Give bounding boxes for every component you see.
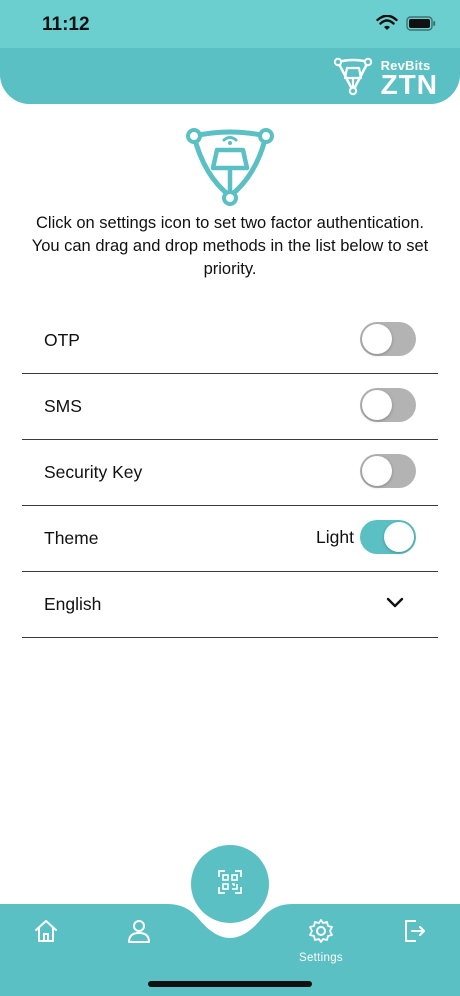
battery-icon: [406, 15, 436, 31]
setting-row-security-key[interactable]: Security Key: [22, 440, 438, 506]
toggle-knob: [384, 522, 414, 552]
wifi-icon: [376, 15, 398, 31]
theme-label: Theme: [44, 528, 99, 548]
sms-toggle[interactable]: [360, 388, 416, 422]
status-icons: [376, 15, 436, 31]
status-time: 11:12: [42, 14, 90, 35]
otp-toggle[interactable]: [360, 322, 416, 356]
home-indicator: [148, 981, 312, 987]
nav-settings[interactable]: Settings: [291, 918, 351, 964]
nav-home[interactable]: [16, 918, 76, 949]
top-header: 11:12 RevBits ZTN: [0, 0, 460, 104]
home-icon: [33, 918, 59, 949]
nav-settings-label: Settings: [299, 952, 343, 964]
setting-row-theme[interactable]: Theme Light: [22, 506, 438, 572]
toggle-knob: [362, 390, 392, 420]
settings-list: OTP SMS Security Key Theme Light English: [22, 308, 438, 638]
gear-icon: [308, 918, 334, 949]
brand-logo: RevBits ZTN: [333, 56, 438, 101]
chevron-down-icon[interactable]: [386, 596, 404, 614]
intro-text: Click on settings icon to set two factor…: [30, 212, 430, 281]
user-icon: [126, 918, 152, 949]
logout-icon: [401, 918, 427, 949]
language-value: English: [44, 594, 102, 614]
intro-line-2: You can drag and drop methods in the lis…: [31, 237, 429, 278]
language-select[interactable]: English: [22, 572, 438, 638]
toggle-knob: [362, 324, 392, 354]
theme-value: Light: [316, 527, 354, 547]
security-key-toggle[interactable]: [360, 454, 416, 488]
qr-scan-button[interactable]: [191, 845, 269, 923]
nav-profile[interactable]: [109, 918, 169, 949]
revbits-logo-icon: [333, 56, 373, 101]
qr-scan-icon: [217, 869, 243, 900]
setting-row-otp[interactable]: OTP: [22, 308, 438, 374]
intro-line-1: Click on settings icon to set two factor…: [36, 214, 424, 232]
sms-label: SMS: [44, 396, 82, 416]
hero-logo-icon: [184, 124, 276, 211]
theme-toggle[interactable]: [360, 520, 416, 554]
security-key-label: Security Key: [44, 462, 143, 482]
toggle-knob: [362, 456, 392, 486]
brand-main: ZTN: [380, 68, 438, 100]
setting-row-sms[interactable]: SMS: [22, 374, 438, 440]
nav-logout[interactable]: [384, 918, 444, 949]
otp-label: OTP: [44, 330, 80, 350]
